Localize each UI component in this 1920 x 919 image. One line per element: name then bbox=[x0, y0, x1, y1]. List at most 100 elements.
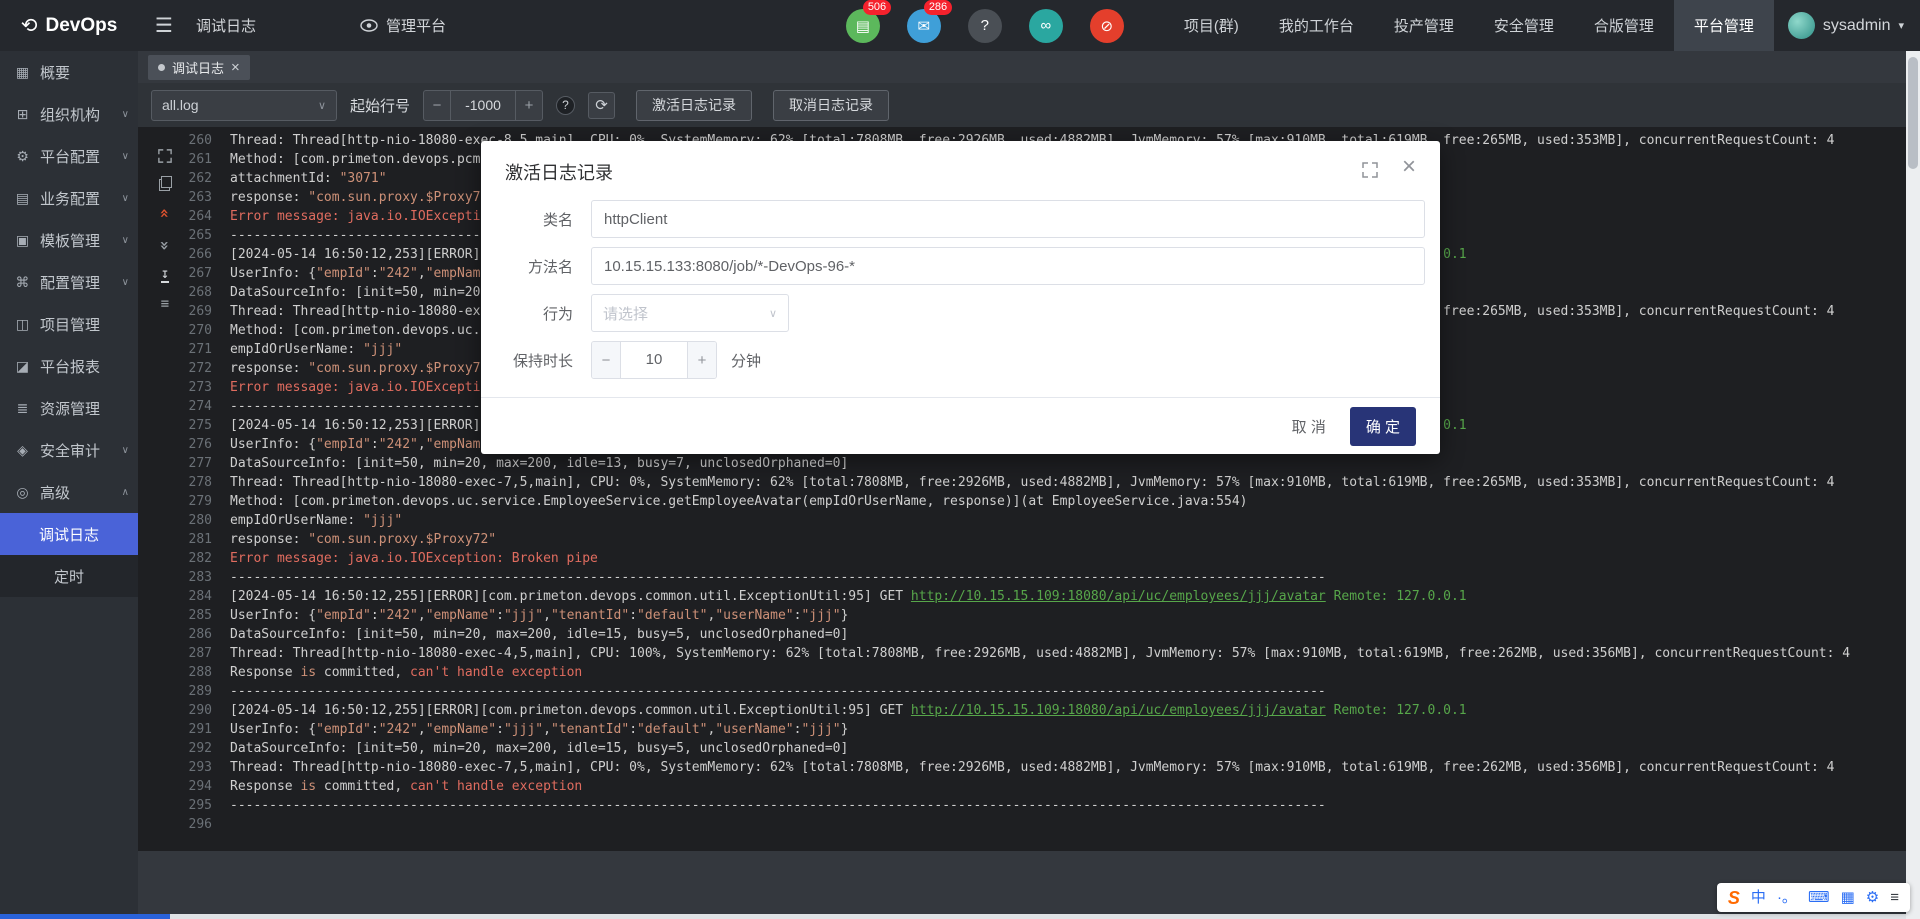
sidebar-item[interactable]: ◈安全审计∨ bbox=[0, 429, 138, 471]
action-select[interactable]: 请选择 ∨ bbox=[591, 294, 789, 332]
sidebar-item-label: 配置管理 bbox=[40, 272, 100, 293]
page-scrollbar[interactable] bbox=[1906, 51, 1920, 919]
help-icon[interactable]: ? bbox=[968, 9, 1002, 43]
cancel-log-button[interactable]: 取消日志记录 bbox=[773, 90, 889, 121]
fullscreen-icon[interactable] bbox=[1362, 162, 1378, 183]
sidebar-item-label: 安全审计 bbox=[40, 440, 100, 461]
log-line-text: empIdOrUserName: "jjj" bbox=[230, 511, 402, 530]
tab-debug-log[interactable]: 调试日志 × bbox=[148, 55, 250, 80]
fullscreen-icon[interactable] bbox=[158, 149, 172, 163]
user-menu[interactable]: sysadmin ▾ bbox=[1774, 12, 1920, 39]
decrement-button[interactable]: − bbox=[424, 91, 451, 120]
nav-menu-item[interactable]: 我的工作台 bbox=[1259, 0, 1374, 51]
log-file-select[interactable]: all.log ∨ bbox=[151, 90, 337, 121]
sidebar-item[interactable]: ⊞组织机构∨ bbox=[0, 93, 138, 135]
sidebar-item-label: 平台配置 bbox=[40, 146, 100, 167]
link-icon[interactable]: ∞ bbox=[1029, 9, 1063, 43]
ime-punct-icon[interactable]: ·。 bbox=[1777, 890, 1797, 905]
increment-button[interactable]: + bbox=[515, 91, 542, 120]
log-line-number: 274 bbox=[172, 397, 212, 416]
scrollbar-thumb[interactable] bbox=[1908, 57, 1918, 169]
log-line-number: 263 bbox=[172, 188, 212, 207]
sidebar-item[interactable]: ⌘配置管理∨ bbox=[0, 261, 138, 303]
sidebar-subitem[interactable]: 调试日志 bbox=[0, 513, 138, 555]
log-line: 295-------------------------------------… bbox=[172, 796, 1906, 815]
log-line: 296 bbox=[172, 815, 1906, 834]
chevron-down-icon: ∨ bbox=[122, 235, 129, 246]
sidebar-item-label: 高级 bbox=[40, 482, 70, 503]
nav-menu-item[interactable]: 平台管理 bbox=[1674, 0, 1774, 51]
log-line-number: 290 bbox=[172, 701, 212, 720]
link-glyph: ∞ bbox=[1040, 17, 1051, 34]
log-line: 281response: "com.sun.proxy.$Proxy72" bbox=[172, 530, 1906, 549]
refresh-icon[interactable]: ⟳ bbox=[588, 92, 615, 119]
nav-menu-item[interactable]: 合版管理 bbox=[1574, 0, 1674, 51]
duration-value[interactable]: 10 bbox=[621, 342, 687, 378]
content-footer-area bbox=[138, 851, 1906, 914]
log-line: 287Thread: Thread[http-nio-18080-exec-4,… bbox=[172, 644, 1906, 663]
log-line-number: 282 bbox=[172, 549, 212, 568]
project-icon: ◫ bbox=[14, 316, 31, 333]
line-wrap-icon[interactable]: ≡ bbox=[161, 296, 169, 312]
ime-lang-icon[interactable]: 中 bbox=[1751, 890, 1766, 905]
sogou-logo-icon[interactable]: S bbox=[1728, 889, 1740, 907]
start-line-input[interactable] bbox=[451, 91, 515, 120]
sidebar-item[interactable]: ◪平台报表 bbox=[0, 345, 138, 387]
log-line: 286DataSourceInfo: [init=50, min=20, max… bbox=[172, 625, 1906, 644]
cancel-button[interactable]: 取 消 bbox=[1282, 410, 1336, 443]
ime-keyboard-icon[interactable]: ⌨ bbox=[1808, 890, 1830, 905]
blocked-icon[interactable]: ⊘ bbox=[1090, 9, 1124, 43]
sidebar-item[interactable]: ▦概要 bbox=[0, 51, 138, 93]
jump-bottom-icon[interactable]: » bbox=[155, 241, 174, 251]
log-line-text: Response is committed, can't handle exce… bbox=[230, 663, 582, 682]
hamburger-icon[interactable]: ☰ bbox=[138, 13, 190, 38]
log-line-number: 283 bbox=[172, 568, 212, 587]
activate-log-button[interactable]: 激活日志记录 bbox=[636, 90, 752, 121]
ime-menu-icon[interactable]: ≡ bbox=[1890, 890, 1899, 905]
ime-emoji-icon[interactable]: ▦ bbox=[1841, 890, 1855, 905]
classname-input[interactable] bbox=[591, 200, 1425, 238]
notification-badge: 506 bbox=[863, 0, 891, 15]
sidebar-submenu: 调试日志定时 bbox=[0, 513, 138, 597]
log-line-number: 261 bbox=[172, 150, 212, 169]
log-line-text: response: "com.sun.proxy.$Proxy72" bbox=[230, 359, 496, 378]
log-toolbar: all.log ∨ 起始行号 − + ? ⟳ 激活日志记录 取消日志记录 bbox=[138, 83, 1906, 127]
sidebar-item[interactable]: ◫项目管理 bbox=[0, 303, 138, 345]
help-icon[interactable]: ? bbox=[556, 96, 575, 115]
log-file-value: all.log bbox=[162, 97, 199, 113]
tab-close-icon[interactable]: × bbox=[231, 59, 240, 76]
log-line-text: response: "com.sun.proxy.$Proxy72" bbox=[230, 530, 496, 549]
method-input[interactable] bbox=[591, 247, 1425, 285]
classname-label: 类名 bbox=[481, 209, 573, 230]
copy-icon[interactable] bbox=[159, 176, 172, 191]
sidebar-item[interactable]: ≣资源管理 bbox=[0, 387, 138, 429]
close-icon[interactable]: × bbox=[1402, 155, 1416, 179]
notifications-icon[interactable]: ✉286 bbox=[907, 9, 941, 43]
log-line: 284[2024-05-14 16:50:12,255][ERROR][com.… bbox=[172, 587, 1906, 606]
nav-menu-item[interactable]: 安全管理 bbox=[1474, 0, 1574, 51]
start-line-label: 起始行号 bbox=[350, 95, 410, 116]
decrement-button[interactable]: − bbox=[592, 342, 621, 378]
sidebar-item[interactable]: ◎高级∧ bbox=[0, 471, 138, 513]
sidebar-item[interactable]: ▣模板管理∨ bbox=[0, 219, 138, 261]
sidebar-subitem[interactable]: 定时 bbox=[0, 555, 138, 597]
sidebar-item[interactable]: ⚙平台配置∨ bbox=[0, 135, 138, 177]
audit-icon: ◈ bbox=[14, 442, 31, 459]
log-line: 292DataSourceInfo: [init=50, min=20, max… bbox=[172, 739, 1906, 758]
log-line-text: ----------------------------------------… bbox=[230, 568, 1326, 587]
tasks-icon[interactable]: ▤506 bbox=[846, 9, 880, 43]
log-line-number: 279 bbox=[172, 492, 212, 511]
nav-menu-item[interactable]: 投产管理 bbox=[1374, 0, 1474, 51]
sidebar-item[interactable]: ▤业务配置∨ bbox=[0, 177, 138, 219]
jump-top-icon[interactable]: « bbox=[155, 209, 174, 219]
platform-switcher[interactable]: 管理平台 bbox=[360, 15, 446, 36]
increment-button[interactable]: + bbox=[687, 342, 716, 378]
nav-menu-item[interactable]: 项目(群) bbox=[1164, 0, 1259, 51]
ok-button[interactable]: 确 定 bbox=[1350, 407, 1416, 446]
platform-config-icon: ⚙ bbox=[14, 148, 31, 165]
download-icon[interactable]: ↧ bbox=[161, 268, 169, 283]
log-line: 290[2024-05-14 16:50:12,255][ERROR][com.… bbox=[172, 701, 1906, 720]
log-line-number: 278 bbox=[172, 473, 212, 492]
log-line-number: 270 bbox=[172, 321, 212, 340]
ime-toolbox-icon[interactable]: ⚙ bbox=[1866, 890, 1879, 905]
